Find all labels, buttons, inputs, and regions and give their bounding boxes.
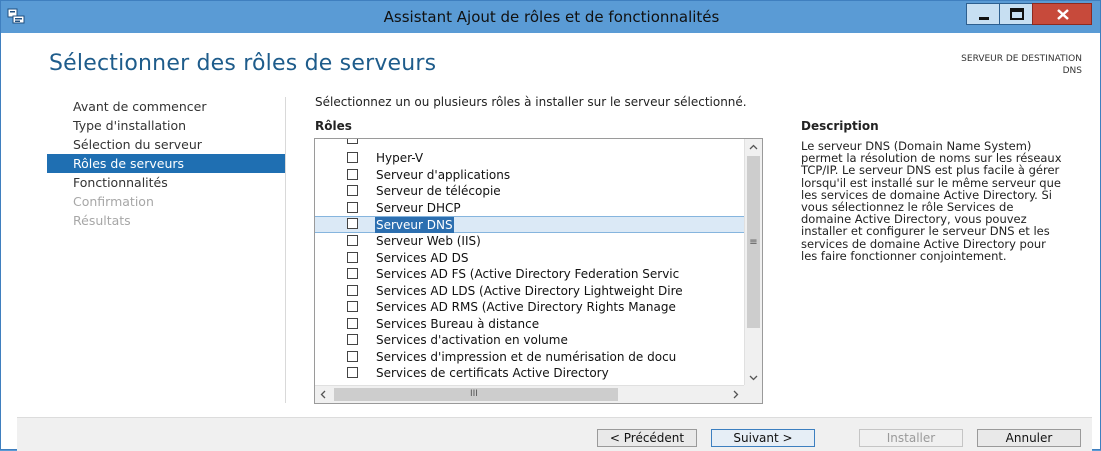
list-item-serveur-dns[interactable]: Serveur DNS (315, 216, 744, 233)
list-item-services-ad-fs[interactable]: Services AD FS (Active Directory Federat… (315, 266, 744, 282)
minimize-icon (979, 17, 989, 20)
list-item-services-bureau-distance[interactable]: Services Bureau à distance (315, 316, 744, 332)
list-item-services-certificats[interactable]: Services de certificats Active Directory (315, 365, 744, 381)
roles-list[interactable]: Hyper-V Serveur d'applications Serveur d… (314, 138, 763, 404)
wizard-footer: < Précédent Suivant > Installer Annuler (17, 417, 1092, 451)
title-bar[interactable]: Assistant Ajout de rôles et de fonctionn… (1, 1, 1100, 33)
role-label: Hyper-V (376, 151, 424, 165)
list-item-services-ad-ds[interactable]: Services AD DS (315, 250, 744, 266)
role-checkbox[interactable] (347, 367, 358, 378)
page-title: Sélectionner des rôles de serveurs (49, 51, 437, 76)
previous-button[interactable]: < Précédent (597, 429, 697, 447)
role-label: Services AD LDS (Active Directory Lightw… (376, 283, 683, 298)
role-label: Serveur Web (IIS) (376, 234, 481, 248)
close-icon (1057, 9, 1069, 20)
role-checkbox[interactable] (347, 251, 358, 263)
vertical-scrollbar[interactable]: ≡ (744, 139, 762, 386)
chevron-left-icon (320, 390, 326, 399)
destination-label: SERVEUR DE DESTINATION (961, 54, 1082, 64)
horizontal-scrollbar[interactable]: III (315, 385, 762, 403)
wizard-window: Assistant Ajout de rôles et de fonctionn… (0, 0, 1101, 451)
list-item-partial (315, 139, 744, 144)
list-item-serveur-telecopie[interactable]: Serveur de télécopie (315, 183, 744, 199)
install-button: Installer (859, 429, 963, 447)
role-checkbox[interactable] (347, 268, 358, 279)
nav-item-fonctionnalites[interactable]: Fonctionnalités (47, 173, 285, 192)
role-checkbox[interactable] (347, 139, 358, 144)
description-heading: Description (801, 119, 879, 133)
role-checkbox[interactable] (347, 185, 358, 196)
nav-item-selection-serveur[interactable]: Sélection du serveur (47, 135, 285, 154)
maximize-button[interactable] (999, 3, 1033, 25)
role-checkbox[interactable] (347, 218, 358, 229)
role-checkbox[interactable] (347, 284, 358, 296)
role-checkbox[interactable] (347, 334, 358, 345)
scrollbar-corner (744, 385, 762, 403)
role-checkbox[interactable] (347, 168, 358, 180)
role-checkbox[interactable] (347, 152, 358, 163)
role-label: Services AD RMS (Active Directory Rights… (376, 300, 676, 314)
roles-heading: Rôles (315, 119, 352, 133)
list-item-serveur-dhcp[interactable]: Serveur DHCP (315, 200, 744, 216)
hscroll-grip-icon: III (470, 389, 478, 399)
list-item-services-ad-lds[interactable]: Services AD LDS (Active Directory Lightw… (315, 283, 744, 299)
scroll-up-button[interactable] (745, 139, 762, 156)
role-checkbox[interactable] (347, 317, 358, 329)
role-label: Services d'impression et de numérisation… (376, 349, 677, 364)
next-button[interactable]: Suivant > (711, 429, 815, 447)
list-item-serveur-web-iis[interactable]: Serveur Web (IIS) (315, 233, 744, 249)
description-text: Le serveur DNS (Domain Name System) perm… (801, 139, 1062, 263)
role-label: Services de certificats Active Directory (376, 366, 609, 380)
role-checkbox[interactable] (347, 350, 358, 362)
role-checkbox[interactable] (347, 201, 358, 213)
instructions-text: Sélectionnez un ou plusieurs rôles à ins… (315, 95, 747, 109)
nav-item-avant-de-commencer[interactable]: Avant de commencer (47, 97, 285, 116)
chevron-down-icon (749, 375, 758, 381)
scroll-left-button[interactable] (315, 386, 332, 403)
role-label: Serveur DHCP (376, 200, 461, 215)
minimize-button[interactable] (966, 3, 1000, 25)
scroll-grip-icon: ≡ (749, 237, 758, 248)
scroll-right-button[interactable] (727, 386, 744, 403)
window-title: Assistant Ajout de rôles et de fonctionn… (383, 8, 720, 26)
destination-server: SERVEUR DE DESTINATION DNS (961, 53, 1082, 77)
roles-list-viewport: Hyper-V Serveur d'applications Serveur d… (315, 139, 744, 386)
nav-item-roles-serveurs[interactable]: Rôles de serveurs (47, 154, 285, 173)
list-item-serveur-applications[interactable]: Serveur d'applications (315, 167, 744, 183)
list-item-hyper-v[interactable]: Hyper-V (315, 150, 744, 166)
nav-item-type-installation[interactable]: Type d'installation (47, 116, 285, 135)
role-label: Services d'activation en volume (376, 333, 568, 347)
cancel-button[interactable]: Annuler (977, 429, 1081, 447)
role-label: Services AD DS (376, 250, 469, 265)
wizard-content: Sélectionner des rôles de serveurs SERVE… (17, 33, 1092, 417)
chevron-right-icon (733, 390, 739, 399)
role-label: Serveur DNS (375, 217, 454, 233)
role-label: Serveur d'applications (376, 167, 511, 182)
list-item-services-activation-volume[interactable]: Services d'activation en volume (315, 332, 744, 348)
role-label: Services AD FS (Active Directory Federat… (376, 267, 680, 281)
list-item-services-impression[interactable]: Services d'impression et de numérisation… (315, 349, 744, 365)
chevron-up-icon (749, 144, 758, 150)
nav-item-confirmation: Confirmation (73, 194, 154, 209)
maximize-icon (1010, 8, 1024, 20)
hscroll-thumb[interactable]: III (334, 388, 618, 401)
scroll-thumb[interactable]: ≡ (747, 156, 760, 328)
role-label: Serveur de télécopie (376, 184, 501, 198)
nav-divider (285, 97, 286, 403)
destination-value: DNS (1062, 66, 1082, 76)
list-item-services-ad-rms[interactable]: Services AD RMS (Active Directory Rights… (315, 299, 744, 315)
role-label: Services Bureau à distance (376, 316, 540, 331)
wizard-nav: Avant de commencer Type d'installation S… (47, 97, 285, 230)
nav-item-resultats: Résultats (73, 213, 131, 228)
scroll-down-button[interactable] (745, 369, 762, 386)
role-checkbox[interactable] (347, 235, 358, 246)
close-button[interactable] (1032, 3, 1092, 25)
role-checkbox[interactable] (347, 301, 358, 312)
